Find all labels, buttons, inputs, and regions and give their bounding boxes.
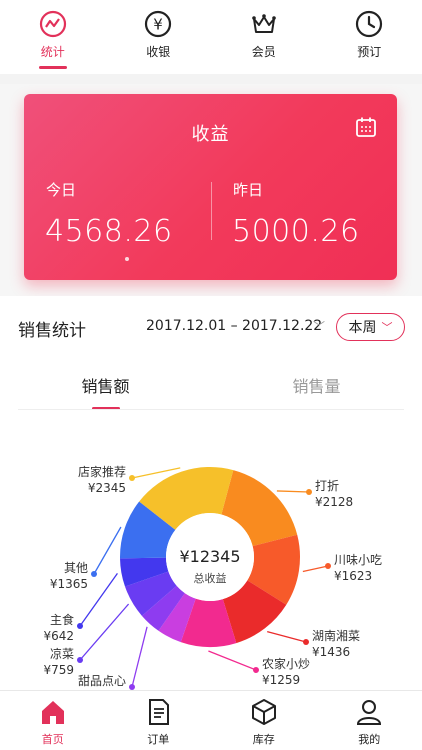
leader-dot — [325, 563, 331, 569]
slice-label: 川味小吃 — [334, 553, 382, 567]
period-label: 本周 — [348, 320, 377, 336]
total-revenue-label: 总收益 — [194, 571, 227, 585]
calendar-icon[interactable] — [355, 116, 377, 138]
revenue-title: 收益 — [191, 124, 230, 145]
total-revenue-value: ¥12345 — [179, 547, 240, 566]
donut-chart-svg: 打折 ¥2128 川味小吃 ¥1623 湖南湘菜 ¥1436农家小炒 ¥1259 甜品点心凉菜… — [43, 464, 382, 690]
slice-label: 其他 — [64, 561, 88, 575]
leader-dot — [253, 667, 259, 673]
slice-value-label: ¥1259 — [262, 673, 300, 687]
slice-value-label: ¥759 — [43, 663, 74, 677]
tab-sales-volume[interactable]: 销售量 — [211, 362, 422, 410]
tab-members[interactable]: 会员 — [211, 0, 317, 74]
user-icon — [354, 697, 384, 727]
nav-profile[interactable]: 我的 — [317, 691, 422, 750]
leader-line — [79, 603, 130, 661]
tab-label: 预订 — [357, 45, 382, 59]
tab-label: 收银 — [146, 45, 171, 59]
nav-label: 订单 — [147, 733, 170, 746]
slice-value-label: ¥1365 — [50, 577, 88, 591]
today-revenue-value: 4568.26 — [45, 214, 173, 249]
clock-icon — [355, 10, 383, 38]
slice-value-label: ¥2128 — [315, 495, 353, 509]
order-icon — [143, 697, 173, 727]
home-icon — [38, 697, 68, 727]
sales-header: 销售统计 2017.12.01 – 2017.12.22 ﹀ 本周 ﹀ — [0, 296, 422, 356]
tab-label: 会员 — [251, 45, 276, 59]
slice-label: 店家推荐 — [78, 464, 126, 479]
slice-label: 主食 — [50, 612, 74, 627]
leader-dot — [77, 657, 83, 663]
leader-dot — [129, 475, 135, 481]
revenue-card[interactable]: 收益 今日 昨日 4568.26 5000.26 — [24, 94, 397, 280]
slice-value-label: ¥1623 — [334, 569, 372, 583]
today-label: 今日 — [46, 181, 77, 199]
inventory-box-icon — [249, 697, 279, 727]
leader-line — [131, 626, 148, 688]
yesterday-label: 昨日 — [233, 181, 264, 199]
tab-reservations[interactable]: 预订 — [317, 0, 422, 74]
crown-icon — [250, 10, 278, 38]
active-tab-indicator — [38, 66, 67, 69]
trend-icon — [39, 10, 67, 38]
chevron-down-icon[interactable]: ﹀ — [313, 318, 325, 335]
leader-line — [93, 526, 122, 575]
page-indicator-dot — [125, 257, 129, 261]
bottom-nav: 首页 订单 库存 我的 — [0, 690, 422, 750]
top-tab-bar: 统计 ¥ 收银 会员 预订 — [0, 0, 422, 74]
date-range[interactable]: 2017.12.01 – 2017.12.22 — [146, 318, 322, 334]
chevron-down-icon: ﹀ — [381, 321, 393, 334]
tab-statistics[interactable]: 统计 — [0, 0, 106, 74]
metric-tabs: 销售额 销售量 — [0, 362, 422, 410]
leader-dot — [77, 623, 83, 629]
svg-text:¥: ¥ — [153, 16, 163, 34]
leader-dot — [91, 571, 97, 577]
slice-label: 湖南湘菜 — [312, 628, 360, 643]
sales-donut-chart: 打折 ¥2128 川味小吃 ¥1623 湖南湘菜 ¥1436 农家小炒 ¥1259 甜品点心 凉菜… — [0, 410, 422, 695]
leader-line — [302, 565, 329, 573]
revenue-section: 收益 今日 昨日 4568.26 5000.26 — [0, 84, 422, 296]
leader-dot — [303, 639, 309, 645]
slice-label: 凉菜 — [50, 646, 74, 661]
nav-orders[interactable]: 订单 — [106, 691, 212, 750]
tab-cashier[interactable]: ¥ 收银 — [106, 0, 212, 74]
leader-line — [276, 490, 310, 493]
yen-icon: ¥ — [144, 10, 172, 38]
slice-label: 甜品点心 — [78, 674, 126, 688]
slice-value-label: ¥642 — [43, 629, 74, 643]
divider — [0, 74, 422, 84]
slice-value-label: ¥2345 — [88, 481, 126, 495]
tab-label: 统计 — [40, 45, 65, 59]
nav-label: 我的 — [358, 733, 381, 746]
sales-title: 销售统计 — [18, 321, 86, 341]
yesterday-revenue-value: 5000.26 — [232, 214, 360, 249]
nav-inventory[interactable]: 库存 — [211, 691, 317, 750]
leader-dot — [306, 489, 312, 495]
card-divider — [211, 182, 212, 240]
leader-line — [267, 630, 307, 643]
leader-line — [208, 650, 257, 671]
nav-home[interactable]: 首页 — [0, 691, 106, 750]
slice-value-label: ¥1436 — [312, 645, 350, 659]
nav-label: 首页 — [41, 733, 64, 746]
tab-sales-amount[interactable]: 销售额 — [0, 362, 211, 410]
period-select-button[interactable]: 本周 ﹀ — [336, 313, 405, 341]
nav-label: 库存 — [252, 733, 275, 746]
slice-label: 打折 — [315, 478, 339, 493]
slice-label: 农家小炒 — [262, 656, 310, 671]
